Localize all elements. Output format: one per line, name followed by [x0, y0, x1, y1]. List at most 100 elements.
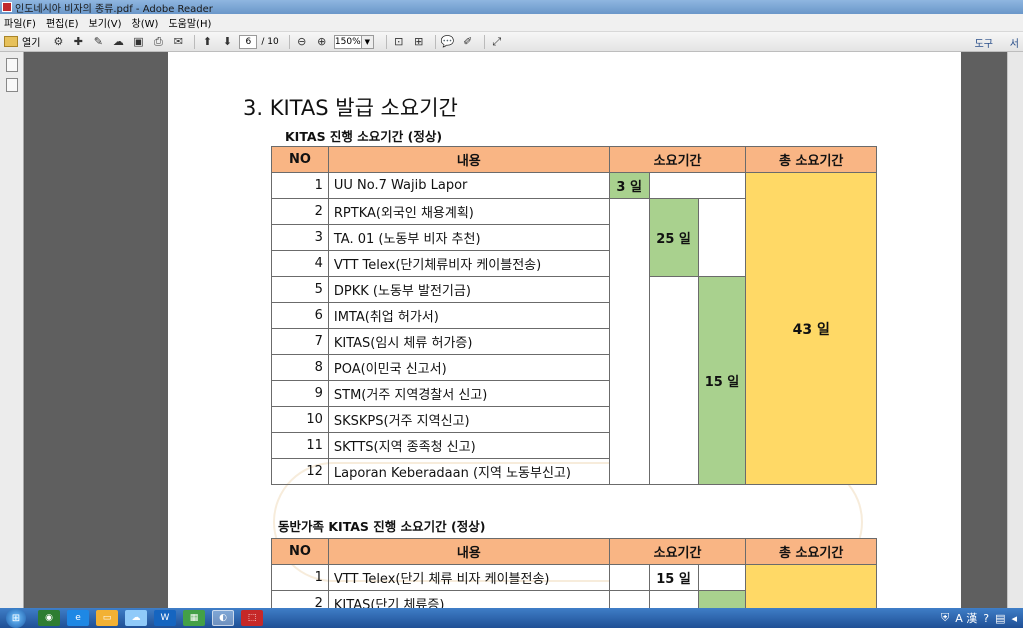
fullscreen-icon[interactable]: ⤢ — [489, 34, 505, 50]
pdf-icon[interactable]: ⬚ — [241, 610, 263, 626]
image-viewer-icon[interactable]: ▦ — [183, 610, 205, 626]
fit-width-icon[interactable]: ⊞ — [411, 34, 427, 50]
create-pdf-icon[interactable]: ⚙ — [50, 34, 66, 50]
edit-icon[interactable]: ✎ — [90, 34, 106, 50]
row-desc: KITAS(단기 체류증) — [327, 590, 610, 608]
chevron-down-icon[interactable]: ▼ — [361, 34, 374, 49]
table2-title: 동반가족 KITAS 진행 소요기간 (정상) — [278, 519, 486, 534]
row-no: 6 — [271, 302, 329, 329]
row-no: 1 — [271, 564, 329, 591]
sign-button[interactable]: 서 — [1010, 35, 1019, 50]
zoom-in-icon[interactable]: ⊕ — [314, 34, 330, 50]
toolbar-divider — [483, 34, 485, 49]
row-no: 2 — [271, 198, 329, 225]
menu-bar: 파일(F) 편집(E) 보기(V) 창(W) 도움말(H) — [0, 14, 1023, 32]
ime-indicator[interactable]: A 漢 — [955, 610, 977, 626]
system-tray: ⛨ A 漢 ? ▤ ◂ — [935, 610, 1017, 626]
header-period: 소요기간 — [608, 538, 747, 565]
page-thumbnails-icon[interactable] — [5, 58, 18, 72]
header-no: NO — [271, 146, 329, 173]
prev-page-icon[interactable]: ⬆ — [199, 34, 215, 50]
shield-icon[interactable]: ⛨ — [941, 611, 949, 625]
header-content: 내용 — [327, 146, 610, 173]
row-no: 2 — [271, 590, 329, 608]
explorer-icon[interactable]: ▭ — [96, 610, 118, 626]
menu-help[interactable]: 도움말(H) — [168, 15, 211, 30]
row-no: 10 — [271, 406, 329, 433]
period-25-days: 25 일 — [648, 198, 699, 277]
zoom-out-icon[interactable]: ⊖ — [294, 34, 310, 50]
header-no: NO — [271, 538, 329, 565]
navigation-panel — [0, 52, 24, 608]
cloud-icon[interactable]: ☁ — [110, 34, 126, 50]
start-button[interactable]: ⊞ — [6, 608, 26, 628]
period-3-days: 3 일 — [608, 172, 650, 199]
row-desc: STM(거주 지역경찰서 신고) — [327, 380, 610, 407]
header-period: 소요기간 — [608, 146, 747, 173]
row-desc: RPTKA(외국인 채용계획) — [327, 198, 610, 225]
kitas-period-table: NO 내용 소요기간 총 소요기간 1 UU No.7 Wajib Lapor … — [271, 146, 877, 485]
next-page-icon[interactable]: ⬇ — [219, 34, 235, 50]
highlight-icon[interactable]: ✐ — [460, 34, 476, 50]
toolbar-divider — [194, 34, 196, 49]
taskbar: ⊞ ◉ e ▭ ☁ W ▦ ◐ ⬚ ⛨ A 漢 ? ▤ ◂ — [0, 608, 1023, 628]
comment-icon[interactable]: 💬 — [440, 34, 456, 50]
row-desc: UU No.7 Wajib Lapor — [327, 172, 610, 199]
row-no: 9 — [271, 380, 329, 407]
row-no: 4 — [271, 250, 329, 277]
menu-edit[interactable]: 편집(E) — [46, 15, 79, 30]
empty-cell — [697, 564, 747, 591]
email-icon[interactable]: ✉ — [170, 34, 186, 50]
row-desc: VTT Telex(단기체류비자 케이블전송) — [327, 250, 610, 277]
combine-icon[interactable]: ✚ — [70, 34, 86, 50]
row-no: 8 — [271, 354, 329, 381]
chrome-icon[interactable]: ◉ — [38, 610, 60, 626]
table1-title: KITAS 진행 소요기간 (정상) — [285, 129, 443, 144]
empty-cell — [648, 590, 699, 608]
zoom-input[interactable]: 150% — [333, 34, 362, 49]
period-15-days: 15 일 — [648, 564, 699, 591]
window-title: 인도네시아 비자의 종류.pdf - Adobe Reader — [15, 3, 213, 15]
menu-view[interactable]: 보기(V) — [89, 15, 122, 30]
empty-cell — [608, 564, 650, 591]
word-icon[interactable]: W — [154, 610, 176, 626]
adobe-reader-taskbar-icon[interactable]: ◐ — [212, 610, 234, 626]
table-row: 1 VTT Telex(단기 체류 비자 케이블전송) 15 일 — [271, 564, 877, 608]
tools-button[interactable]: 도구 — [975, 35, 993, 50]
empty-cell — [648, 172, 747, 199]
family-kitas-period-table: NO 내용 소요기간 총 소요기간 1 VTT Telex(단기 체류 비자 케… — [271, 538, 877, 608]
header-content: 내용 — [327, 538, 610, 565]
title-bar: 인도네시아 비자의 종류.pdf - Adobe Reader — [0, 0, 1023, 15]
row-desc: DPKK (노동부 발전기금) — [327, 276, 610, 303]
toolbar-divider — [385, 34, 387, 49]
header-total: 총 소요기간 — [745, 146, 877, 173]
ie-icon[interactable]: e — [67, 610, 89, 626]
table-header-row: NO 내용 소요기간 총 소요기간 — [271, 146, 877, 173]
period-15-days: 15 일 — [697, 276, 747, 485]
menu-file[interactable]: 파일(F) — [4, 15, 36, 30]
print-icon[interactable]: ⎙ — [150, 34, 166, 50]
messenger-icon[interactable]: ☁ — [125, 610, 147, 626]
attachments-icon[interactable] — [5, 78, 18, 92]
row-no: 1 — [271, 172, 329, 199]
row-desc: POA(이민국 신고서) — [327, 354, 610, 381]
row-no: 12 — [271, 458, 329, 485]
period-bar — [697, 590, 747, 608]
help-icon[interactable]: ? — [983, 612, 989, 625]
row-no: 7 — [271, 328, 329, 355]
network-icon[interactable]: ▤ — [995, 612, 1005, 625]
save-icon[interactable]: ▣ — [130, 34, 146, 50]
row-desc: IMTA(취업 허가서) — [327, 302, 610, 329]
row-desc: VTT Telex(단기 체류 비자 케이블전송) — [327, 564, 610, 591]
vertical-scrollbar[interactable] — [1007, 52, 1023, 608]
open-label: 열기 — [22, 38, 41, 49]
menu-window[interactable]: 창(W) — [132, 15, 159, 30]
open-button[interactable]: 열기 — [4, 34, 40, 49]
empty-cell — [608, 198, 650, 485]
adobe-reader-icon — [2, 2, 12, 12]
row-desc: KITAS(임시 체류 허가증) — [327, 328, 610, 355]
page-number-input[interactable]: 6 — [239, 34, 258, 49]
fit-page-icon[interactable]: ⊡ — [391, 34, 407, 50]
volume-icon[interactable]: ◂ — [1011, 612, 1017, 625]
empty-cell — [697, 198, 747, 277]
